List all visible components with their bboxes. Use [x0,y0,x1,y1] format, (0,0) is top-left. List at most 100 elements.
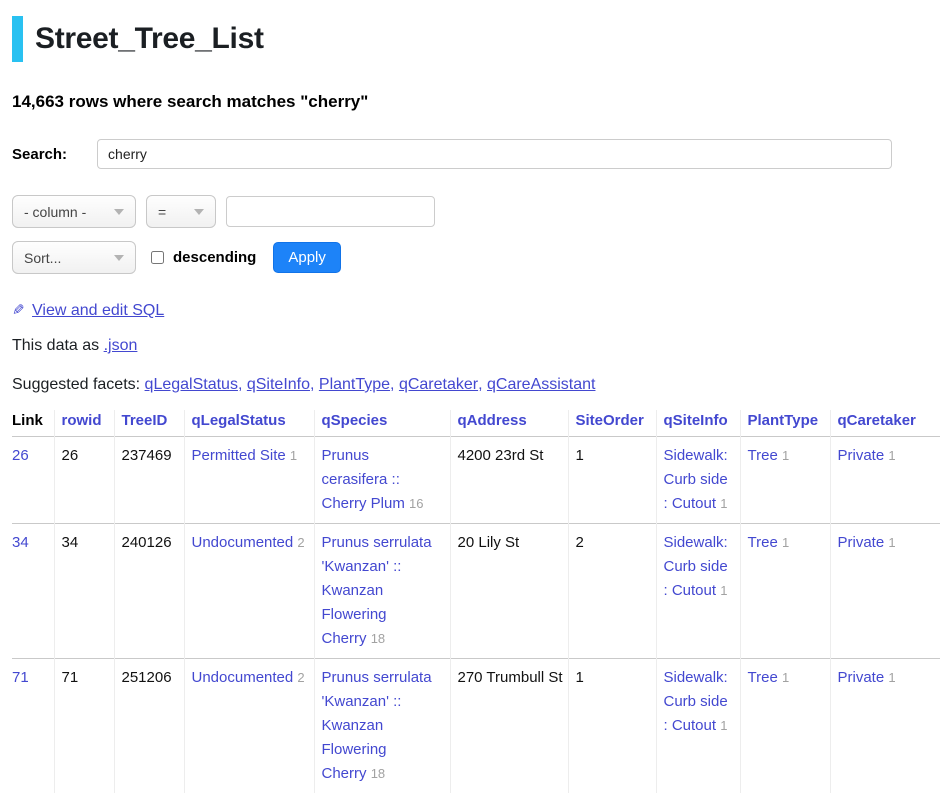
chevron-down-icon [114,255,124,261]
sort-by-qspecies-link[interactable]: qSpecies [322,412,388,429]
qcaretaker-cell: Private 1 [830,437,940,524]
descending-checkbox[interactable] [151,251,164,264]
facet-count: 1 [720,718,727,733]
table-header-row: Link rowid TreeID qLegalStatus qSpecies … [12,410,940,437]
column-header-qsiteinfo: qSiteInfo [656,410,740,437]
facet-value-link[interactable]: Private [838,669,885,686]
siteorder-cell: 1 [568,659,656,793]
row-count-summary: 14,663 rows where search matches "cherry… [12,92,928,112]
facet-value-link[interactable]: Sidewalk: Curb side : Cutout [664,447,728,512]
qsiteinfo-cell: Sidewalk: Curb side : Cutout 1 [656,437,740,524]
facet-value-link[interactable]: Permitted Site [192,447,286,464]
apply-button[interactable]: Apply [273,242,341,273]
facet-count: 1 [888,448,895,463]
search-input[interactable] [97,139,892,169]
facet-count: 2 [297,535,304,550]
qaddress-cell: 270 Trumbull St [450,659,568,793]
qlegalstatus-cell: Undocumented 2 [184,524,314,659]
view-edit-sql-link[interactable]: View and edit SQL [32,302,164,319]
facet-count: 1 [782,535,789,550]
facet-value-link[interactable]: Undocumented [192,669,294,686]
qaddress-cell: 20 Lily St [450,524,568,659]
qspecies-cell: Prunus serrulata 'Kwanzan' :: Kwanzan Fl… [314,659,450,793]
facet-link-qcareassistant[interactable]: qCareAssistant [487,376,596,393]
facet-value-link[interactable]: Sidewalk: Curb side : Cutout [664,669,728,734]
sort-by-qaddress-link[interactable]: qAddress [458,412,527,429]
facet-link-qcaretaker[interactable]: qCaretaker [399,376,487,393]
chevron-down-icon [114,209,124,215]
column-header-rowid: rowid [54,410,114,437]
page-title: Street_Tree_List [35,22,264,56]
sort-by-treeid-link[interactable]: TreeID [122,412,168,429]
filter-column-select[interactable]: - column - [12,195,136,228]
sort-row: Sort... descending Apply [12,241,928,274]
page-header: Street_Tree_List [12,0,928,62]
column-header-qlegalstatus: qLegalStatus [184,410,314,437]
qaddress-cell: 4200 23rd St [450,437,568,524]
facet-count: 2 [297,670,304,685]
rowid-cell: 26 [54,437,114,524]
json-link[interactable]: .json [104,337,138,354]
treeid-cell: 251206 [114,659,184,793]
sort-by-planttype-link[interactable]: PlantType [748,412,819,429]
sort-by-rowid-link[interactable]: rowid [62,412,102,429]
siteorder-cell: 1 [568,437,656,524]
rowid-cell: 34 [54,524,114,659]
table-row: 71 71 251206 Undocumented 2 Prunus serru… [12,659,940,793]
qspecies-cell: Prunus cerasifera :: Cherry Plum 16 [314,437,450,524]
facet-value-link[interactable]: Tree [748,534,778,551]
column-header-planttype: PlantType [740,410,830,437]
data-as-label: This data as [12,337,99,354]
facets-row: Suggested facets: qLegalStatusqSiteInfoP… [12,376,928,394]
row-link[interactable]: 26 [12,447,29,464]
facet-value-link[interactable]: Private [838,447,885,464]
sort-by-qcaretaker-link[interactable]: qCaretaker [838,412,916,429]
qsiteinfo-cell: Sidewalk: Curb side : Cutout 1 [656,659,740,793]
column-header-qspecies: qSpecies [314,410,450,437]
search-label: Search: [12,146,67,163]
sort-by-qlegalstatus-link[interactable]: qLegalStatus [192,412,286,429]
facet-link-planttype[interactable]: PlantType [319,376,399,393]
column-header-link: Link [12,410,54,437]
row-link[interactable]: 71 [12,669,29,686]
filter-column-select-value: - column - [24,204,86,220]
facet-count: 18 [371,766,385,781]
export-row: This data as .json [12,337,928,355]
facet-value-link[interactable]: Prunus cerasifera :: Cherry Plum [322,447,405,512]
qcaretaker-cell: Private 1 [830,659,940,793]
facet-count: 1 [720,583,727,598]
qlegalstatus-cell: Undocumented 2 [184,659,314,793]
treeid-cell: 240126 [114,524,184,659]
facet-link-qsiteinfo[interactable]: qSiteInfo [247,376,319,393]
suggested-facets-label: Suggested facets: [12,376,140,393]
column-header-siteorder: SiteOrder [568,410,656,437]
rowid-cell: 71 [54,659,114,793]
sql-row: ✎ View and edit SQL [12,301,928,320]
results-table: Link rowid TreeID qLegalStatus qSpecies … [12,410,940,793]
facet-count: 1 [720,496,727,511]
column-header-qaddress: qAddress [450,410,568,437]
facet-count: 1 [888,535,895,550]
accent-bar [12,16,23,62]
qcaretaker-cell: Private 1 [830,524,940,659]
facet-value-link[interactable]: Tree [748,447,778,464]
table-row: 34 34 240126 Undocumented 2 Prunus serru… [12,524,940,659]
facet-link-qlegalstatus[interactable]: qLegalStatus [145,376,247,393]
facet-value-link[interactable]: Private [838,534,885,551]
facet-value-link[interactable]: Tree [748,669,778,686]
planttype-cell: Tree 1 [740,659,830,793]
treeid-cell: 237469 [114,437,184,524]
sort-by-qsiteinfo-link[interactable]: qSiteInfo [664,412,728,429]
column-header-qcaretaker: qCaretaker [830,410,940,437]
filter-row: - column - = [12,195,928,228]
planttype-cell: Tree 1 [740,524,830,659]
row-link[interactable]: 34 [12,534,29,551]
facet-value-link[interactable]: Undocumented [192,534,294,551]
filter-value-input[interactable] [226,196,435,227]
sort-select[interactable]: Sort... [12,241,136,274]
facet-value-link[interactable]: Sidewalk: Curb side : Cutout [664,534,728,599]
filter-operator-select[interactable]: = [146,195,216,228]
facet-count: 1 [888,670,895,685]
qlegalstatus-cell: Permitted Site 1 [184,437,314,524]
sort-by-siteorder-link[interactable]: SiteOrder [576,412,644,429]
